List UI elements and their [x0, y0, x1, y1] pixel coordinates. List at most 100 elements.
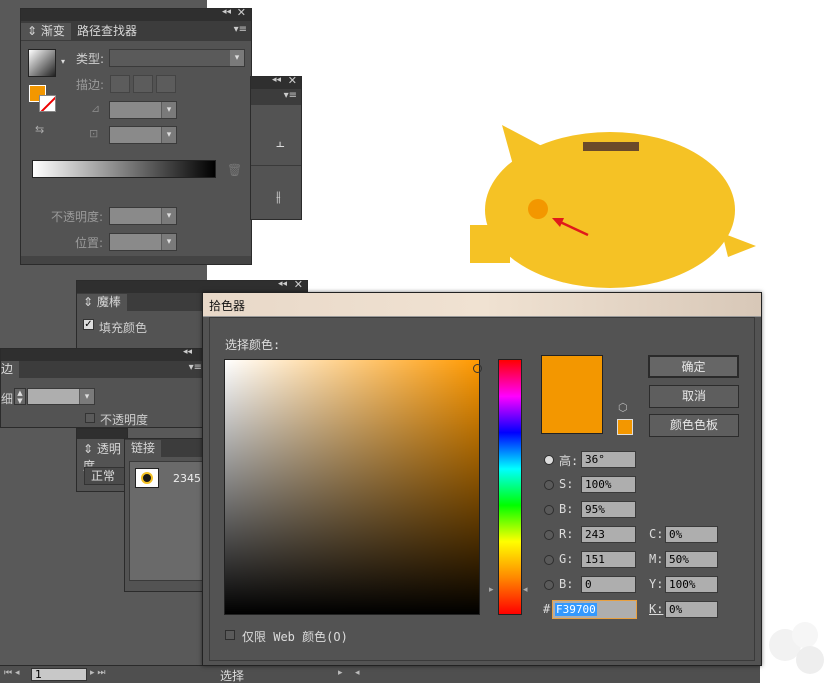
link-name: 2345	[173, 472, 201, 485]
close-icon[interactable]: ✕	[294, 278, 303, 291]
web-safe-color-swatch[interactable]	[617, 419, 633, 435]
panel-titlebar: ◂◂ ✕	[21, 6, 251, 21]
hue-field[interactable]: 36°	[581, 451, 636, 468]
tab-pathfinder[interactable]: 路径查找器	[71, 23, 143, 40]
cyan-field[interactable]: 0%	[665, 526, 718, 543]
cube-icon[interactable]: ⬡	[618, 401, 628, 414]
opacity-label: 不透明度:	[51, 210, 104, 224]
stroke-swatch[interactable]	[39, 95, 56, 112]
reverse-gradient-icon[interactable]: ⇆	[35, 123, 44, 136]
color-preview-swatch	[541, 355, 603, 434]
blue-radio[interactable]	[544, 580, 554, 590]
angle-dropdown[interactable]: ▾	[109, 101, 177, 119]
brightness-radio[interactable]	[544, 505, 554, 515]
pig-snout	[470, 225, 510, 263]
status-arrow-icon[interactable]: ▸	[338, 668, 343, 678]
next-page-icon[interactable]: ▸ ⏭	[90, 668, 105, 678]
aspect-ratio-dropdown[interactable]: ▾	[109, 126, 177, 144]
red-label: R:	[559, 527, 574, 541]
tab-gradient[interactable]: ⇕ 渐变	[21, 23, 71, 40]
red-radio[interactable]	[544, 530, 554, 540]
tab-magic-wand-label: 魔棒	[96, 295, 121, 309]
collapse-icon[interactable]: ◂◂	[272, 75, 281, 85]
list-item[interactable]: 2345	[130, 466, 206, 490]
collapse-icon[interactable]: ◂◂	[278, 279, 287, 289]
saturation-radio[interactable]	[544, 480, 554, 490]
stroke-across-icon[interactable]	[156, 75, 176, 93]
collapse-icon[interactable]: ◂◂	[222, 7, 231, 17]
black-label: K:	[649, 602, 664, 616]
green-radio[interactable]	[544, 555, 554, 565]
first-page-icon[interactable]: ⏮ ◂	[4, 668, 19, 678]
red-field[interactable]: 243	[581, 526, 636, 543]
close-icon[interactable]: ✕	[237, 6, 246, 19]
status-bar: ⏮ ◂ 1 ▸ ⏭ 选择 ▸ ◂	[0, 665, 760, 683]
ok-button[interactable]: 确定	[648, 355, 739, 378]
panel-menu-icon[interactable]: ▾≡	[284, 90, 297, 101]
align-bottom-icon[interactable]: ⫠	[276, 135, 284, 151]
magenta-label: M:	[649, 552, 664, 566]
links-list: 2345	[129, 461, 206, 581]
hue-slider-right-handle[interactable]: ◂	[523, 585, 528, 595]
black-field[interactable]: 0%	[665, 601, 718, 618]
coin-slot	[583, 142, 639, 151]
saturation-field[interactable]: 100%	[581, 476, 636, 493]
chevron-down-icon[interactable]: ▾	[61, 57, 65, 66]
hue-radio[interactable]	[544, 455, 554, 465]
color-field[interactable]	[224, 359, 482, 615]
tab-links[interactable]: 链接	[125, 440, 162, 457]
color-picker-dialog: 拾色器 选择颜色: ▸ ◂ ⬡ 确定 取消 颜色色板 高: 36° S: 100…	[202, 292, 762, 666]
stroke-label: 描边:	[76, 78, 105, 92]
distribute-icon[interactable]: ⫲	[276, 189, 281, 205]
fill-color-label: 填充颜色	[99, 321, 148, 335]
aspect-ratio-icon: ⊡	[89, 127, 99, 140]
fill-color-checkbox[interactable]: ✓	[83, 319, 94, 330]
dialog-titlebar[interactable]: 拾色器	[203, 293, 761, 317]
stroke-along-icon[interactable]	[133, 75, 153, 93]
yellow-field[interactable]: 100%	[665, 576, 718, 593]
scroll-left-icon[interactable]: ◂	[355, 668, 360, 678]
link-thumbnail	[135, 468, 159, 488]
hex-value-selected: F39700	[555, 603, 597, 616]
position-label: 位置:	[75, 236, 104, 250]
panel-resize-grip[interactable]	[21, 256, 251, 264]
gradient-slider[interactable]	[32, 160, 216, 178]
tab-magic-wand[interactable]: ⇕ 魔棒	[77, 294, 127, 311]
magenta-field[interactable]: 50%	[665, 551, 718, 568]
gradient-thumbnail[interactable]	[28, 49, 56, 77]
brightness-field[interactable]: 95%	[581, 501, 636, 518]
color-swatches-button[interactable]: 颜色色板	[649, 414, 739, 437]
page-number-field[interactable]: 1	[31, 668, 87, 681]
cancel-button[interactable]: 取消	[649, 385, 739, 408]
close-icon[interactable]: ✕	[288, 74, 297, 87]
angle-icon: ⊿	[91, 102, 101, 115]
width-stepper[interactable]: ▲ ▼	[14, 388, 26, 405]
yellow-label: Y:	[649, 577, 664, 591]
color-field-cursor[interactable]	[473, 364, 482, 373]
blue-field[interactable]: 0	[581, 576, 636, 593]
hue-slider-left-handle[interactable]: ▸	[489, 585, 494, 595]
position-dropdown[interactable]: ▾	[109, 233, 177, 251]
blend-mode-dropdown[interactable]: 正常	[84, 467, 128, 485]
hex-field[interactable]: F39700	[552, 600, 637, 619]
opacity-checkbox[interactable]	[85, 413, 95, 423]
saturation-label: S:	[559, 477, 574, 491]
tab-stroke[interactable]: 边	[1, 361, 20, 378]
select-color-label: 选择颜色:	[225, 338, 281, 352]
stroke-within-icon[interactable]	[110, 75, 130, 93]
links-panel: 链接 2345	[124, 438, 207, 592]
type-dropdown[interactable]: ▾	[109, 49, 245, 67]
green-label: G:	[559, 552, 574, 566]
panel-menu-icon[interactable]: ▾≡	[234, 24, 247, 35]
green-field[interactable]: 151	[581, 551, 636, 568]
trash-icon[interactable]: 🗑	[227, 163, 242, 177]
panel-menu-icon[interactable]: ▾≡	[189, 362, 202, 373]
opacity-dropdown[interactable]: ▾	[109, 207, 177, 225]
web-only-label: 仅限 Web 颜色(O)	[242, 630, 348, 644]
blue-label: B:	[559, 577, 574, 591]
collapse-icon[interactable]: ◂◂	[183, 347, 192, 357]
width-dropdown[interactable]: ▾	[27, 388, 95, 405]
web-only-checkbox[interactable]	[225, 630, 235, 640]
hue-slider[interactable]	[498, 359, 522, 615]
brightness-label: B:	[559, 502, 574, 516]
